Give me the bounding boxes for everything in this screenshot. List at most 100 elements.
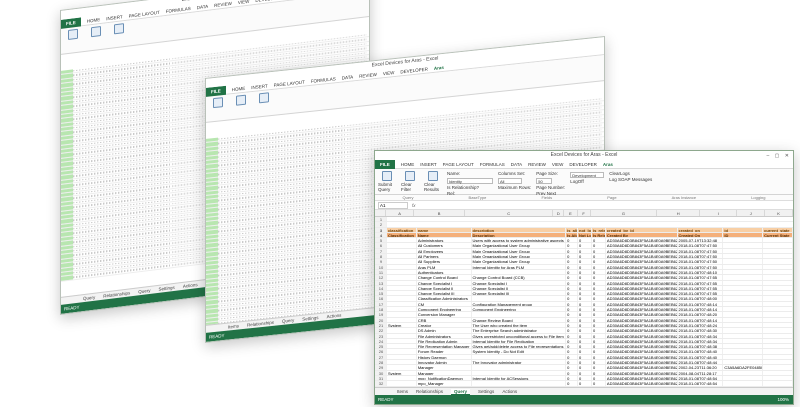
table-cell[interactable]: 0: [592, 381, 606, 386]
table-cell[interactable]: File Replication Admin: [417, 338, 472, 344]
table-cell[interactable]: 0: [566, 375, 579, 381]
table-cell[interactable]: classification: [387, 227, 417, 232]
table-cell[interactable]: [723, 312, 764, 317]
table-cell[interactable]: 0: [566, 360, 579, 365]
row-number[interactable]: 13: [375, 280, 387, 285]
table-cell[interactable]: [387, 338, 417, 344]
table-cell[interactable]: [763, 312, 793, 317]
table-cell[interactable]: AD30A6D8D3B843F5A1B4E0A9BEB62B9A: [606, 285, 678, 291]
table-cell[interactable]: [763, 360, 793, 365]
tab-review[interactable]: REVIEW: [359, 71, 377, 78]
table-cell[interactable]: 0: [578, 344, 592, 349]
row-number[interactable]: 25: [375, 344, 387, 349]
table-cell[interactable]: [763, 280, 793, 285]
table-cell[interactable]: description: [472, 227, 567, 232]
table-cell[interactable]: 0: [578, 312, 592, 317]
table-cell[interactable]: Change Specialist II: [472, 285, 567, 291]
table-cell[interactable]: [387, 264, 417, 269]
table-cell[interactable]: AD30A6D8D3B843F5A1B4E0A9BEB62B9A: [606, 375, 678, 381]
table-cell[interactable]: [763, 275, 793, 280]
table-cell[interactable]: current_state: [763, 227, 793, 232]
table-cell[interactable]: [723, 344, 764, 349]
table-cell[interactable]: 0: [592, 349, 606, 354]
table-cell[interactable]: 0: [578, 248, 592, 254]
table-cell[interactable]: 0: [566, 291, 579, 296]
table-cell[interactable]: 2018-01-08T07:48:00: [678, 296, 724, 301]
table-cell[interactable]: [387, 349, 417, 354]
row-number[interactable]: 31: [375, 375, 387, 381]
table-cell[interactable]: [387, 275, 417, 280]
table-cell[interactable]: 0: [592, 317, 606, 322]
table-cell[interactable]: AD30A6D8D3B843F5A1B4E0A9BEB62B9A: [606, 259, 678, 264]
row-number[interactable]: 28: [375, 360, 387, 365]
table-cell[interactable]: 0: [592, 360, 606, 365]
table-cell[interactable]: 0: [592, 307, 606, 312]
table-cell[interactable]: [387, 344, 417, 349]
zoom-level[interactable]: 100%: [777, 395, 789, 404]
tab-data[interactable]: DATA: [197, 3, 208, 9]
table-cell[interactable]: File Representation Manager: [417, 344, 472, 349]
table-cell[interactable]: 2018-01-08T07:47:55: [678, 285, 724, 291]
tab-data[interactable]: DATA: [342, 74, 353, 80]
table-cell[interactable]: 0: [578, 243, 592, 248]
table-cell[interactable]: [387, 317, 417, 322]
table-cell[interactable]: 2018-01-08T07:48:38: [678, 344, 724, 349]
table-cell[interactable]: 0: [578, 254, 592, 259]
table-cell[interactable]: AD30A6D8D3B843F5A1B4E0A9BEB62B9A: [606, 360, 678, 365]
table-cell[interactable]: Change Control Board: [417, 275, 472, 280]
table-cell[interactable]: AD30A6D8D3B843F5A1B4E0A9BEB62B9A: [606, 317, 678, 322]
tab-view[interactable]: VIEW: [383, 70, 395, 76]
clear-filter-button[interactable]: Clear Filter: [401, 171, 419, 192]
table-cell[interactable]: [763, 285, 793, 291]
table-cell[interactable]: 0: [592, 365, 606, 370]
table-cell[interactable]: Change Specialist III: [472, 291, 567, 296]
tab-formulas[interactable]: FORMULAS: [311, 76, 336, 84]
table-cell[interactable]: is_released: [592, 227, 606, 232]
column-header-a[interactable]: A: [386, 210, 415, 216]
table-cell[interactable]: 0: [566, 254, 579, 259]
table-cell[interactable]: AD30A6D8D3B843F5A1B4E0A9BEB62B9A: [606, 280, 678, 285]
table-cell[interactable]: 0: [566, 301, 579, 306]
table-cell[interactable]: 0: [578, 354, 592, 359]
table-cell[interactable]: [723, 243, 764, 248]
table-cell[interactable]: 0: [592, 285, 606, 291]
table-cell[interactable]: [763, 365, 793, 370]
table-cell[interactable]: 2018-01-08T07:48:14: [678, 301, 724, 306]
table-cell[interactable]: [723, 333, 764, 338]
table-cell[interactable]: [763, 264, 793, 269]
submit-query-button[interactable]: Submit Query: [378, 171, 396, 192]
submit-query-button[interactable]: [64, 28, 82, 41]
table-cell[interactable]: [763, 254, 793, 259]
table-cell[interactable]: AD30A6D8D3B843F5A1B4E0A9BEB62B9A: [606, 291, 678, 296]
table-cell[interactable]: 0: [592, 238, 606, 243]
instance-select[interactable]: Development: [570, 172, 605, 178]
table-cell[interactable]: 0: [578, 301, 592, 306]
table-cell[interactable]: [723, 248, 764, 254]
table-cell[interactable]: 0: [566, 381, 579, 386]
tab-home[interactable]: HOME: [87, 17, 101, 24]
table-cell[interactable]: 2018-01-08T07:48:34: [678, 338, 724, 344]
table-cell[interactable]: [387, 285, 417, 291]
row-number[interactable]: 19: [375, 312, 387, 317]
table-cell[interactable]: 0: [592, 301, 606, 306]
table-cell[interactable]: 2018-01-08T07:47:50: [678, 243, 724, 248]
sheet-tab-items[interactable]: Items: [397, 389, 408, 394]
row-number[interactable]: 3: [375, 227, 387, 232]
table-cell[interactable]: Change Specialist II: [417, 285, 472, 291]
table-cell[interactable]: 0: [566, 370, 579, 375]
table-cell[interactable]: 0: [592, 275, 606, 280]
table-cell[interactable]: 2018-01-08T07:48:44: [678, 360, 724, 365]
row-number[interactable]: 21: [375, 322, 387, 328]
row-number[interactable]: 27: [375, 354, 387, 359]
table-cell[interactable]: 0: [592, 248, 606, 254]
table-cell[interactable]: Authenticators: [417, 269, 472, 275]
table-cell[interactable]: Forum Reader: [417, 349, 472, 354]
tab-home[interactable]: HOME: [232, 85, 246, 91]
table-cell[interactable]: 2018-01-08T07:47:55: [678, 275, 724, 280]
table-cell[interactable]: [387, 381, 417, 386]
tab-aras[interactable]: Aras: [434, 64, 444, 70]
table-cell[interactable]: 0: [566, 248, 579, 254]
submit-query-button[interactable]: [209, 97, 227, 110]
table-cell[interactable]: 0: [578, 285, 592, 291]
table-cell[interactable]: 0: [578, 333, 592, 338]
